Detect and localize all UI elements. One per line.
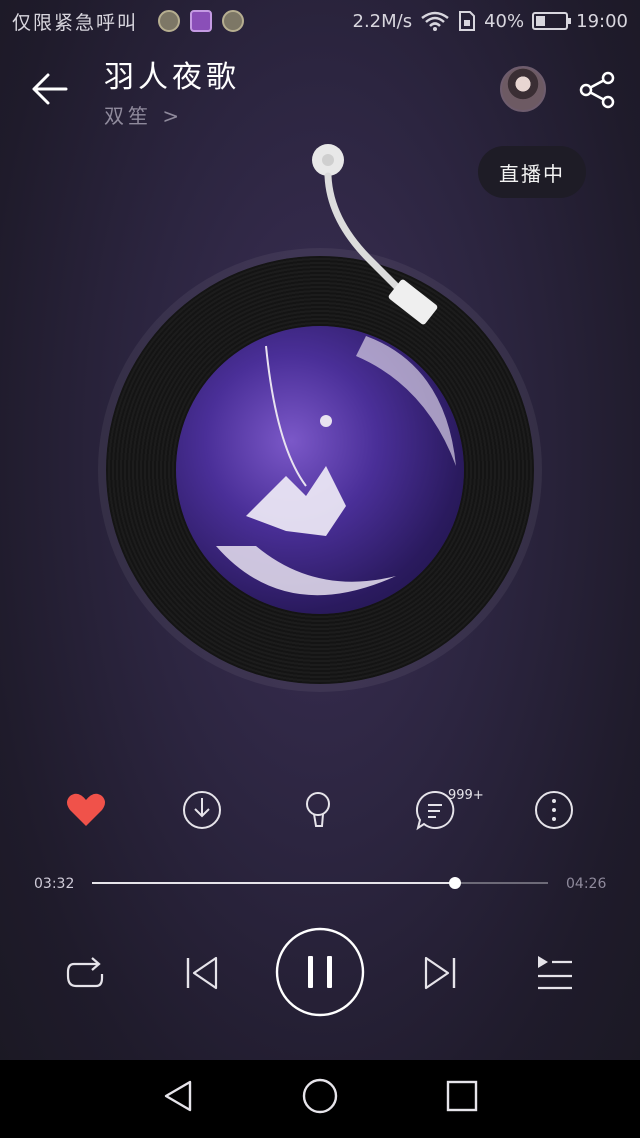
- prev-icon[interactable]: [180, 950, 226, 996]
- status-right: 2.2M/s 40% 19:00: [353, 10, 629, 32]
- nav-back-icon[interactable]: [160, 1076, 200, 1116]
- gallery-notification-icon: [190, 10, 212, 32]
- mic-icon[interactable]: [296, 788, 340, 832]
- progress-knob[interactable]: [449, 877, 462, 889]
- total-time: 04:26: [566, 876, 607, 892]
- back-arrow-icon[interactable]: [30, 72, 70, 106]
- progress-bar[interactable]: [92, 877, 548, 889]
- wifi-icon: [421, 11, 449, 31]
- download-icon[interactable]: [180, 788, 224, 832]
- current-time: 03:32: [34, 876, 75, 892]
- comment-count-badge: 999+: [448, 788, 484, 803]
- battery-icon: [532, 12, 572, 30]
- avatar[interactable]: [500, 66, 546, 112]
- next-icon[interactable]: [416, 950, 462, 996]
- pause-button[interactable]: [274, 926, 366, 1018]
- more-icon[interactable]: [532, 788, 576, 832]
- action-row: [0, 788, 640, 832]
- album-art-image: [216, 336, 456, 596]
- progress-fill: [92, 882, 456, 884]
- pause-icon: [308, 956, 332, 988]
- live-badge[interactable]: 直播中: [478, 146, 586, 198]
- repeat-icon[interactable]: [62, 950, 108, 996]
- playlist-icon[interactable]: [532, 950, 578, 996]
- artist-link[interactable]: 双笙 >: [104, 100, 183, 129]
- network-speed: 2.2M/s: [352, 10, 413, 32]
- heart-icon[interactable]: [64, 788, 108, 832]
- share-icon[interactable]: [578, 70, 618, 110]
- sim-icon: [459, 11, 476, 31]
- nav-home-icon[interactable]: [300, 1076, 340, 1116]
- nav-recents-icon[interactable]: [442, 1076, 482, 1116]
- carrier-text: 仅限紧急呼叫: [12, 12, 139, 34]
- status-bar: 仅限紧急呼叫 2.2M/s 40% 19:00: [0, 0, 640, 44]
- app-notification-icon-2: [222, 10, 244, 32]
- app-notification-icon: [158, 10, 180, 32]
- clock: 19:00: [576, 10, 628, 32]
- battery-percent: 40%: [484, 10, 525, 32]
- song-title: 羽人夜歌: [104, 60, 240, 95]
- live-label: 直播中: [499, 161, 565, 186]
- notification-icons: [158, 10, 244, 32]
- album-cover: [176, 326, 464, 614]
- tonearm: [312, 144, 438, 325]
- system-nav-bar: [0, 1060, 640, 1138]
